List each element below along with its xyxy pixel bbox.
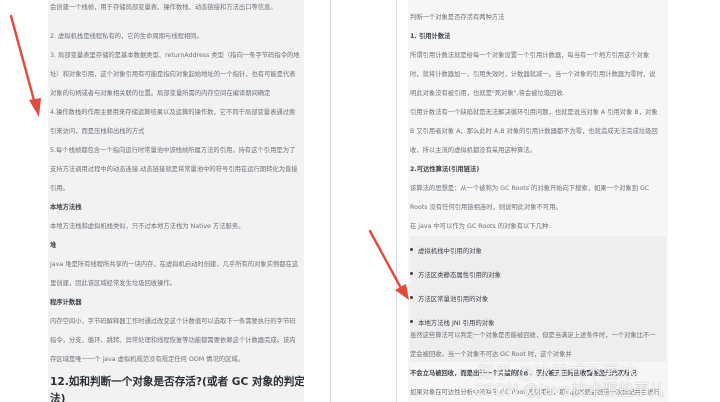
text-line: 明此对象没有被引用，也就是"死对象",将会被垃圾回收.: [410, 90, 565, 97]
text-line: 虽然这些算法可以判定一个对象是否能被回收，但是当满足上述条件时，一个对象比不一: [410, 332, 656, 339]
text-line: 引用。: [50, 185, 69, 192]
text-line: 对象的句柄或者与对象相关联的位置。局部变量所需的内存空间在编译期间确定: [50, 90, 271, 97]
text-line: 存区域是唯一一个 java 虚拟机规范没有规定任何 OOM 情况的区域。: [50, 356, 244, 363]
text-line: 3. 局部变量表里存储的是基本数据类型、returnAddress 类型（指向一…: [50, 52, 300, 59]
csdn-watermark: CSDN @Java技术那些事儿: [474, 381, 665, 399]
question-heading: 12.如和判断一个对象是否存活?(或者 GC 对象的判定方: [50, 376, 304, 388]
text-line: Roots 没有任何引用链相连时，则说明此对象不可用。: [410, 204, 562, 211]
text-line: 所谓引用计数法就是给每一个对象设置一个引用计数器，每当有一个地方引用这个对象: [410, 52, 650, 59]
page-divider: [396, 0, 397, 402]
section-title: 本地方法栈: [50, 204, 82, 211]
question-heading-cont: 法): [50, 393, 66, 402]
list-item: 方法区类静态属性引用的对象: [409, 271, 502, 279]
text-line: 本地方法栈和虚拟机栈类似，只不过本地方法栈为 Native 方法服务。: [50, 223, 245, 230]
text-line: 址）和对象引用，这个对象引用有可能是指向对象起始地址的一个指针，也有可能是代表: [50, 71, 296, 78]
red-arrow-icon: [368, 229, 409, 300]
text-line: java 堆是所有线程所共享的一块内存，在虚拟机启动时创建，几乎所有的对象实例都…: [50, 261, 299, 268]
text-line: 指令，分支、循环、跳转、异常处理和线程恢复等功能都需要依赖这个计数器完成。该内: [50, 337, 296, 344]
text-line: 时，就将计数器加一，引用失效时，计数器就减一。当一个对象的引用计数器为零时，说: [410, 71, 656, 78]
text-line: 引来访问，而是压栈和出栈的方式: [50, 128, 145, 135]
section-title: 2.可达性算法(引用链法): [410, 166, 480, 173]
text-line: 收，所以主流的虚拟机都没有采用这种算法。: [410, 147, 536, 154]
section-title: 堆: [50, 242, 57, 249]
text-line: 5.每个栈帧都包含一个指向运行时常量池中该栈帧所属方法的引用，持有这个引用是为了: [50, 147, 296, 154]
text-line: 支持方法调用过程中的动态连接.动态链接就是将常量池中的符号引用在运行期转化为直接: [50, 166, 298, 173]
text-line: 该算法的思想是：从一个被称为 GC Roots 的对象开始向下搜索，如果一个对象…: [410, 185, 650, 192]
list-item: 本地方法栈 JNI 引用的对象: [410, 319, 495, 327]
text-line: 会创建一个栈帧，用于存储局部变量表、操作数栈、动态链接和方法出口等信息。: [50, 4, 277, 11]
text-line: 内存空间小，字节码解释器工作时通过改变这个计数值可以选取下一条需要执行的字节码: [50, 318, 296, 325]
list-item: 方法区常量池引用的对象: [409, 295, 489, 303]
left-document-page: 会创建一个栈帧，用于存储局部变量表、操作数栈、动态链接和方法出口等信息。 2. …: [48, 0, 304, 402]
text-line: 在 java 中可以作为 GC Roots 的对象有以下几种:: [410, 223, 551, 230]
text-line: B 又引用者对象 A，那么此时 A,B 对象的引用计数器都不为零，也就造成无法完…: [410, 128, 658, 135]
section-title: 1. 引用计数法: [410, 33, 451, 40]
text-line: 2. 虚拟机栈是线程私有的，它的生命周期与线程相同。: [50, 33, 203, 40]
red-arrow-icon: [9, 14, 41, 117]
text-line: 里创建，因此该区域经常发生垃圾回收操作。: [50, 280, 176, 287]
section-title: 程序计数器: [50, 299, 82, 306]
text-line: 判断一个对象是否存活有两种方法: [410, 14, 505, 21]
text-line: 4.操作数栈的作用主要用来存储运算结果以及运算的操作数，它不同于局部变量表通过索: [50, 109, 296, 116]
text-line: 引用计数法有一个缺陷就是无法解决循环引用问题，也就是说当对象 A 引用对象 B，…: [410, 109, 658, 116]
page-divider: [330, 0, 331, 402]
right-document-page: 判断一个对象是否存活有两种方法 1. 引用计数法 所谓引用计数法就是给每一个对象…: [408, 0, 668, 402]
list-item: 虚拟机栈中引用的对象: [410, 247, 482, 255]
